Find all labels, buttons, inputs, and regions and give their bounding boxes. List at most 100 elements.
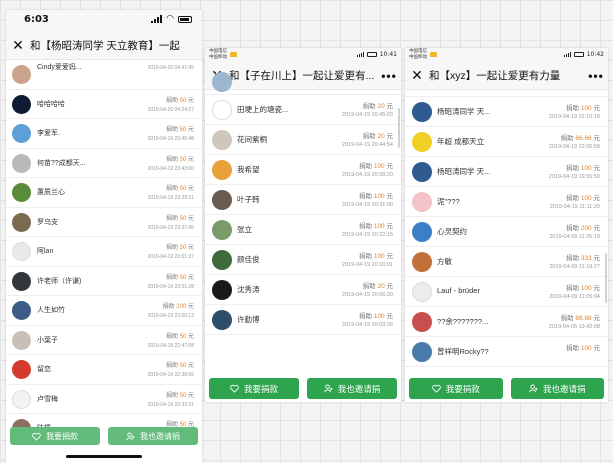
list-item[interactable]: 何苗??成都天... 捐助 50 元 2019-04-19 23:43:00 bbox=[6, 149, 202, 178]
invite-button[interactable]: 我也邀请捐 bbox=[307, 378, 397, 399]
avatar bbox=[12, 360, 31, 379]
donation-list[interactable]: Cindy爱爱妈... 2019-04-20 04:41:45 哈哈哈哈 捐助 50 … bbox=[6, 60, 202, 444]
donate-button-label: 我要捐款 bbox=[445, 383, 480, 394]
list-item[interactable]: 杨昭涛同学 天... 捐助 100 元 2019-04-19 19:55:50 bbox=[405, 157, 608, 187]
list-item[interactable]: 哈哈哈哈 捐助 50 元 2019-04-20 04:24:27 bbox=[6, 90, 202, 119]
donation-amount: 捐助 50 元 bbox=[165, 186, 194, 192]
list-item[interactable]: 心灵契约 捐助 200 元 2019-04-09 11:25:19 bbox=[405, 217, 608, 247]
list-item[interactable]: 留恋 捐助 50 元 2019-04-19 22:38:06 bbox=[6, 355, 202, 385]
donation-list[interactable]: 田埂上的塘瓷... 捐助 20 元 2019-04-19 20:45:03 花间紫桐捐… bbox=[205, 72, 401, 335]
list-item[interactable]: 蕙质兰心 捐助 50 元 2019-04-19 23:39:31 bbox=[6, 178, 202, 208]
avatar bbox=[212, 250, 232, 270]
list-item[interactable]: 年超 成都天立 捐助 66.66 元 2019-04-19 22:00:58 bbox=[405, 127, 608, 157]
add-user-icon bbox=[324, 384, 333, 393]
list-item[interactable]: 许勤博 捐助 100 元 2019-04-19 20:03:26 bbox=[205, 305, 401, 335]
list-item[interactable]: 曾祥明Rocky?? 捐助 100 元 bbox=[405, 337, 608, 367]
donation-date: 2019-04-19 20:45:03 bbox=[341, 112, 393, 118]
title-bar: ✕ 和【杨昭涛同学 天立教育】一起 bbox=[6, 32, 202, 60]
avatar bbox=[12, 242, 31, 261]
donor-name: 阿lan bbox=[37, 248, 54, 255]
donation-date: 2019-04-19 19:55:50 bbox=[548, 174, 600, 180]
heart-icon bbox=[32, 432, 41, 441]
avatar bbox=[12, 330, 31, 350]
list-item[interactable]: 花间紫桐 捐助 20 元 2019-04-19 20:44:54 bbox=[205, 125, 401, 155]
donation-amount: 捐助 100 元 bbox=[566, 285, 600, 292]
donation-date: 2019-04-19 20:22:15 bbox=[341, 232, 393, 238]
list-item[interactable]: 泥"??? 捐助 100 元 2019-04-19 11:11:29 bbox=[405, 187, 608, 217]
invite-button[interactable]: 我也邀请捐 bbox=[510, 378, 604, 399]
donation-date: 2019-04-19 23:01:28 bbox=[147, 283, 194, 290]
donor-name: 蕙质兰心 bbox=[37, 189, 65, 196]
list-item[interactable]: 李爱军. 捐助 50 元 2019-04-19 23:45:48 bbox=[6, 119, 202, 149]
donor-name: 方敏 bbox=[437, 257, 452, 266]
donate-button[interactable]: 我要捐款 bbox=[209, 378, 299, 399]
list-item[interactable]: 我希望 捐助 100 元 2019-04-19 20:39:20 bbox=[205, 155, 401, 185]
status-time: 10:42 bbox=[586, 51, 604, 58]
home-indicator[interactable] bbox=[66, 455, 142, 458]
donation-amount: 捐助 50 元 bbox=[165, 156, 194, 163]
donor-name: 心灵契约 bbox=[437, 227, 467, 236]
list-item[interactable]: 小葉子 捐助 50 元 2019-04-19 22:47:08 bbox=[6, 326, 202, 355]
donation-amount: 捐助 100 元 bbox=[359, 193, 393, 200]
list-item[interactable]: 罗乌支 捐助 50 元 2019-04-19 23:37:45 bbox=[6, 208, 202, 237]
status-bar: 6:03 ◠ bbox=[6, 10, 202, 32]
list-item[interactable]: 杨昭涛同学 天... 捐助 100 元 2019-04-19 22:10:18 bbox=[405, 97, 608, 127]
donate-button[interactable]: 我要捐款 bbox=[409, 378, 503, 399]
action-bar: 我要捐款 我也邀请捐 bbox=[405, 378, 608, 402]
more-icon[interactable]: ••• bbox=[584, 69, 608, 83]
donation-amount: 捐助 88.88 元 bbox=[560, 315, 600, 322]
scrollbar[interactable] bbox=[605, 253, 607, 303]
donation-date: 2019-04-20 04:24:27 bbox=[147, 106, 194, 113]
close-icon[interactable]: ✕ bbox=[405, 67, 429, 84]
scrollbar[interactable] bbox=[398, 108, 400, 148]
donor-name: 许老师（许谦) bbox=[37, 277, 82, 285]
donor-name: 叶子韩 bbox=[237, 195, 260, 204]
list-item[interactable]: 田埂上的塘瓷... 捐助 20 元 2019-04-19 20:45:03 bbox=[205, 95, 401, 125]
page-title: 和【xyz】一起让爱更有力量 bbox=[429, 70, 561, 82]
donation-date: 2019-04-19 20:39:20 bbox=[341, 172, 393, 178]
add-user-icon bbox=[529, 384, 538, 393]
donation-date: 2019-04-09 11:05:04 bbox=[549, 294, 600, 300]
invite-button-label: 我也邀请捐 bbox=[140, 431, 180, 441]
list-item[interactable]: 许老师（许谦) 捐助 50 元 2019-04-19 23:01:28 bbox=[6, 267, 202, 296]
donation-amount: 捐助 200 元 bbox=[162, 304, 194, 310]
donation-amount: 捐助 50 元 bbox=[165, 333, 194, 340]
donation-date: 2019-04-19 20:06:30 bbox=[341, 292, 393, 298]
avatar bbox=[12, 153, 31, 173]
donation-date: 2019-04-20 04:41:45 bbox=[147, 65, 194, 71]
list-item[interactable]: Cindy爱爱妈... 2019-04-20 04:41:45 bbox=[6, 60, 202, 90]
donate-button[interactable]: 我要捐款 bbox=[10, 427, 100, 445]
donate-button-label: 我要捐款 bbox=[243, 383, 278, 394]
title-bar: ✕ 和【子在川上】一起让爱更有... ••• bbox=[205, 62, 401, 90]
donor-name: ??余???????... bbox=[437, 317, 489, 326]
donation-list[interactable]: 杨昭涛同学 天... 捐助 100 元 2019-04-19 22:10:18 年超 … bbox=[405, 90, 608, 367]
signal-icon bbox=[563, 52, 571, 57]
close-icon[interactable]: ✕ bbox=[6, 37, 30, 54]
battery-icon bbox=[178, 15, 192, 23]
donation-amount: 捐助 50 元 bbox=[165, 127, 194, 133]
list-item[interactable]: 方敏 捐助 333 元 2019-04-09 11:19:27 bbox=[405, 247, 608, 277]
list-item[interactable]: 卢雪梅 捐助 50 元 2019-04-19 22:33:31 bbox=[6, 385, 202, 414]
status-time: 6:03 bbox=[24, 14, 49, 25]
donor-name: Cindy爱爱妈... bbox=[37, 64, 82, 71]
donor-name: 颜佳俊 bbox=[237, 255, 260, 264]
list-item[interactable]: 张立 捐助 100 元 2019-04-19 20:22:15 bbox=[205, 215, 401, 245]
list-item[interactable]: 人生如竹 捐助 200 元 2019-04-19 23:00:12 bbox=[6, 296, 202, 326]
avatar bbox=[412, 342, 432, 362]
heart-icon bbox=[431, 384, 441, 393]
list-item[interactable]: 沈秀涛 捐助 20 元 2019-04-19 20:06:30 bbox=[205, 275, 401, 305]
page-title: 和【杨昭涛同学 天立教育】一起 bbox=[30, 40, 180, 52]
donation-amount: 捐助 50 元 bbox=[165, 274, 194, 281]
carrier-label: 中国电信 中国移动 bbox=[209, 49, 227, 60]
list-item[interactable]: ??余???????... 捐助 88.88 元 2019-04-05 13:42:… bbox=[405, 307, 608, 337]
wifi-icon: ◠ bbox=[166, 14, 174, 24]
donation-amount: 捐助 100 元 bbox=[566, 165, 600, 172]
status-bar: 中国电信 中国移动 10:41 bbox=[205, 48, 401, 62]
action-bar: 我要捐款 我也邀请捐 bbox=[205, 378, 401, 402]
more-icon[interactable]: ••• bbox=[377, 69, 401, 83]
invite-button[interactable]: 我也邀请捐 bbox=[108, 427, 198, 445]
list-item[interactable]: Lauf - brüder 捐助 100 元 2019-04-09 11:05:04 bbox=[405, 277, 608, 307]
list-item[interactable]: 叶子韩 捐助 100 元 2019-04-19 20:31:00 bbox=[205, 185, 401, 215]
list-item[interactable]: 颜佳俊 捐助 100 元 2019-04-19 20:10:01 bbox=[205, 245, 401, 275]
list-item[interactable]: 阿lan 捐助 50 元 2019-04-19 23:01:27 bbox=[6, 237, 202, 267]
